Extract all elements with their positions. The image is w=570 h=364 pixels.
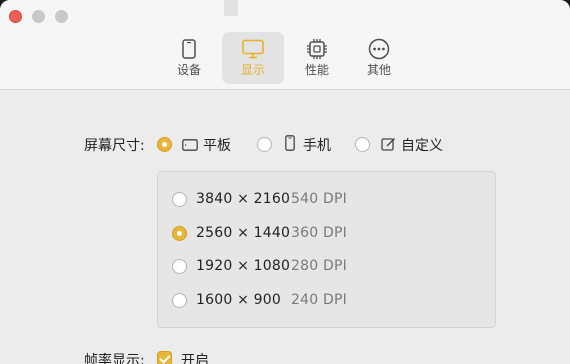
minimize-button[interactable] xyxy=(32,10,45,23)
drag-handle xyxy=(224,0,238,16)
phone-icon xyxy=(177,38,201,60)
tab-label: 性能 xyxy=(304,63,329,77)
chip-icon xyxy=(305,38,329,60)
close-button[interactable] xyxy=(9,10,22,23)
edit-icon xyxy=(380,136,396,152)
resolution-dpi: 360 DPI xyxy=(291,225,347,241)
resolution-dpi: 240 DPI xyxy=(291,292,347,308)
fps-display-checkbox-label[interactable]: 开启 xyxy=(181,350,209,364)
resolution-value[interactable]: 1920 × 1080 xyxy=(196,258,290,274)
screen-size-label: 屏幕尺寸: xyxy=(84,138,145,154)
resolution-radio-2560[interactable] xyxy=(172,226,187,241)
tab-label: 显示 xyxy=(240,63,265,77)
tab-label: 设备 xyxy=(176,63,201,77)
tab-performance[interactable]: 性能 xyxy=(286,32,348,84)
fps-display-checkbox[interactable] xyxy=(157,351,172,364)
resolution-radio-1920[interactable] xyxy=(172,259,187,274)
tab-display[interactable]: 显示 xyxy=(222,32,284,84)
resolution-dpi: 280 DPI xyxy=(291,258,347,274)
title-bar: 设备 显示 性能 其他 xyxy=(0,0,570,90)
resolution-radio-3840[interactable] xyxy=(172,192,187,207)
resolution-value[interactable]: 1600 × 900 xyxy=(196,292,281,308)
monitor-icon xyxy=(241,38,265,60)
tablet-icon xyxy=(182,137,198,153)
screen-size-phone-radio[interactable] xyxy=(257,137,272,152)
resolution-value[interactable]: 3840 × 2160 xyxy=(196,191,290,207)
screen-size-tablet-label[interactable]: 平板 xyxy=(203,135,231,155)
zoom-button[interactable] xyxy=(55,10,68,23)
phone-icon xyxy=(282,135,298,151)
screen-size-phone-label[interactable]: 手机 xyxy=(303,135,331,155)
screen-size-custom-radio[interactable] xyxy=(355,137,370,152)
resolution-value[interactable]: 2560 × 1440 xyxy=(196,225,290,241)
screen-size-tablet-radio[interactable] xyxy=(157,137,172,152)
resolution-dpi: 540 DPI xyxy=(291,191,347,207)
more-icon xyxy=(367,38,391,60)
fps-display-label: 帧率显示: xyxy=(84,353,145,364)
resolution-radio-1600[interactable] xyxy=(172,293,187,308)
settings-window: 设备 显示 性能 其他 屏幕尺寸: 平板 手机 自定义 3840 × 2160 … xyxy=(0,0,570,364)
tab-device[interactable]: 设备 xyxy=(158,32,220,84)
screen-size-custom-label[interactable]: 自定义 xyxy=(401,135,443,155)
tab-label: 其他 xyxy=(366,63,391,77)
tab-other[interactable]: 其他 xyxy=(348,32,410,84)
